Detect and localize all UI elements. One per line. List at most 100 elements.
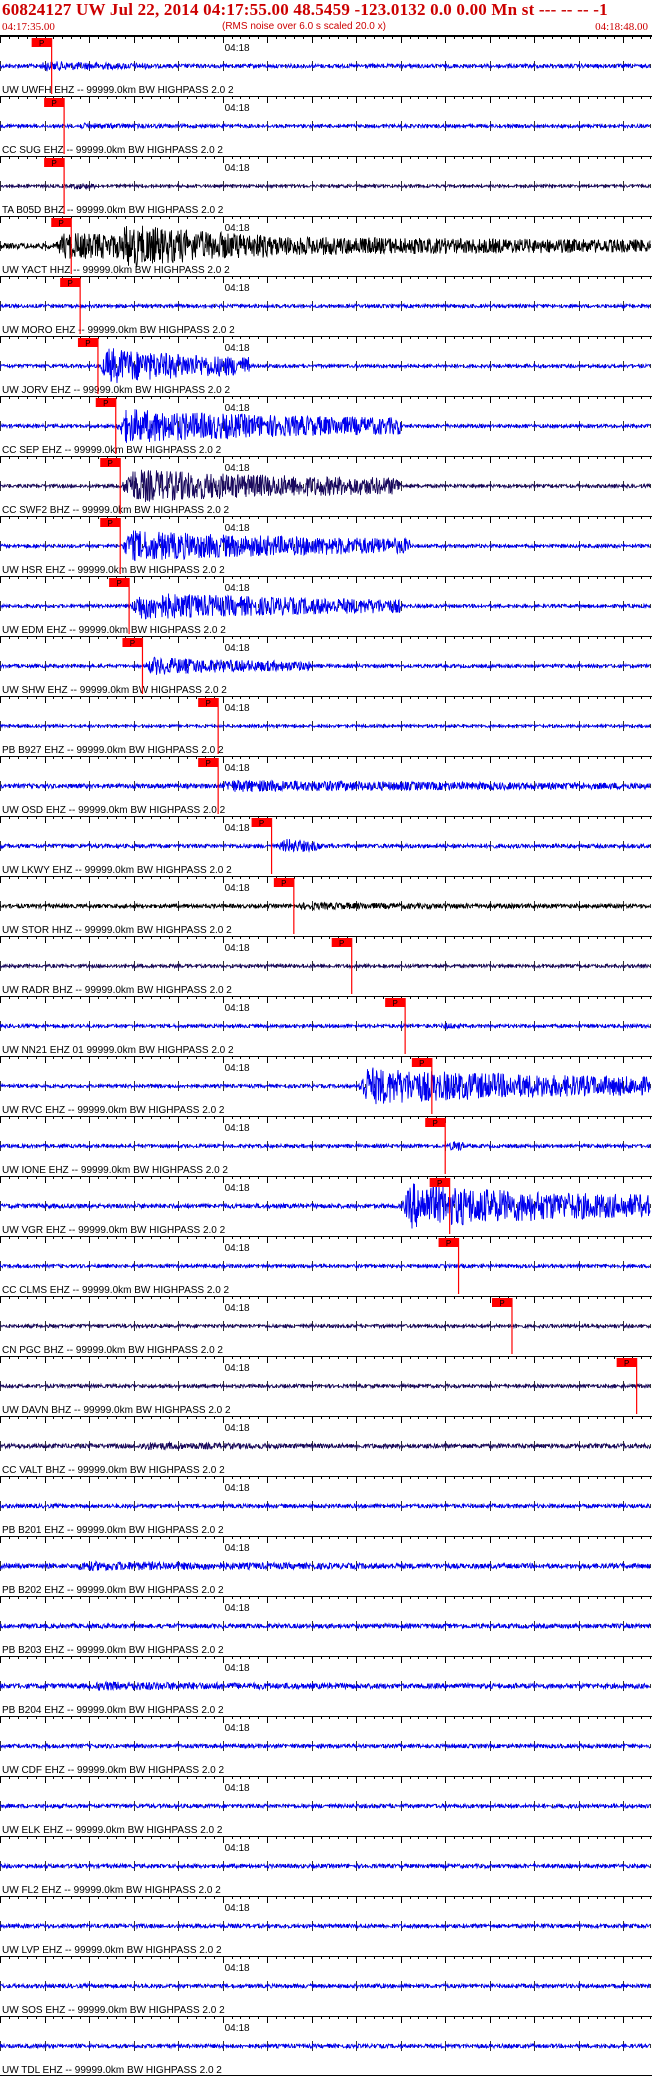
panel-time-label: 04:18	[225, 1663, 250, 1674]
start-time-label: 04:17:35.00	[2, 21, 55, 33]
panel-time-label: 04:18	[225, 763, 250, 774]
panel-time-label: 04:18	[225, 1123, 250, 1134]
trace-panel: 04:18 UW EDM EHZ -- 99999.0km BW HIGHPASS…	[0, 576, 652, 636]
panel-time-label: 04:18	[225, 1603, 250, 1614]
station-label: UW NN21 EHZ 01 99999.0km BW HIGHPASS 2.0…	[2, 1045, 234, 1056]
panel-time-label: 04:18	[225, 1303, 250, 1314]
station-label: UW FL2 EHZ -- 99999.0km BW HIGHPASS 2.0 …	[2, 1885, 221, 1896]
station-label: CC CLMS EHZ -- 99999.0km BW HIGHPASS 2.0…	[2, 1285, 230, 1296]
trace-panel: 04:18 PB B201 EHZ -- 99999.0km BW HIGHPAS…	[0, 1476, 652, 1536]
trace-panel: 04:18 UW DAVN BHZ -- 99999.0km BW HIGHPAS…	[0, 1356, 652, 1416]
seismogram-plot: 04:18 UW UWFH EHZ -- 99999.0km BW HIGHPAS…	[0, 36, 652, 2076]
trace-panel: 04:18 UW VGR EHZ -- 99999.0km BW HIGHPASS…	[0, 1176, 652, 1236]
panel-time-label: 04:18	[225, 1423, 250, 1434]
station-label: CC SWF2 BHZ -- 99999.0km BW HIGHPASS 2.0…	[2, 505, 230, 516]
panel-time-label: 04:18	[225, 1243, 250, 1254]
trace-panel: 04:18 CC SWF2 BHZ -- 99999.0km BW HIGHPAS…	[0, 456, 652, 516]
station-label: UW RVC EHZ -- 99999.0km BW HIGHPASS 2.0 …	[2, 1105, 225, 1116]
waveform	[0, 409, 651, 443]
panel-time-label: 04:18	[225, 523, 250, 534]
trace-panel: 04:18 PB B203 EHZ -- 99999.0km BW HIGHPAS…	[0, 1596, 652, 1656]
trace-panel: 04:18 UW FL2 EHZ -- 99999.0km BW HIGHPASS…	[0, 1836, 652, 1896]
trace-panel: 04:18 UW JORV EHZ -- 99999.0km BW HIGHPAS…	[0, 336, 652, 396]
trace-panel: 04:18 PB B202 EHZ -- 99999.0km BW HIGHPAS…	[0, 1536, 652, 1596]
trace-panel: 04:18 UW LVP EHZ -- 99999.0km BW HIGHPASS…	[0, 1896, 652, 1956]
panel-time-label: 04:18	[225, 943, 250, 954]
station-label: CN PGC BHZ -- 99999.0km BW HIGHPASS 2.0 …	[2, 1345, 223, 1356]
pick-label: P	[59, 219, 64, 228]
panel-time-label: 04:18	[225, 583, 250, 594]
station-label: TA B05D BHZ -- 99999.0km BW HIGHPASS 2.0…	[2, 205, 224, 216]
end-time-label: 04:18:48.00	[595, 21, 648, 33]
panel-time-label: 04:18	[225, 103, 250, 114]
pick-label: P	[259, 819, 264, 828]
station-label: UW IONE EHZ -- 99999.0km BW HIGHPASS 2.0…	[2, 1165, 228, 1176]
trace-panel: 04:18 PB B204 EHZ -- 99999.0km BW HIGHPAS…	[0, 1656, 652, 1716]
station-label: UW JORV EHZ -- 99999.0km BW HIGHPASS 2.0…	[2, 385, 230, 396]
panel-time-label: 04:18	[225, 1363, 250, 1374]
trace-panel: 04:18 UW SHW EHZ -- 99999.0km BW HIGHPASS…	[0, 636, 652, 696]
trace-panel: 04:18 UW LKWY EHZ -- 99999.0km BW HIGHPAS…	[0, 816, 652, 876]
pick-label: P	[339, 939, 344, 948]
trace-panel: 04:18 CC CLMS EHZ -- 99999.0km BW HIGHPAS…	[0, 1236, 652, 1296]
station-label: CC SUG EHZ -- 99999.0km BW HIGHPASS 2.0 …	[2, 145, 223, 156]
trace-panel: 04:18UW SOS EHZ -- 99999.0km BW HIGHPASS…	[0, 1956, 652, 2016]
panel-time-label: 04:18	[225, 1843, 250, 1854]
waveform	[0, 469, 651, 503]
panel-time-label: 04:18	[225, 283, 250, 294]
trace-panel: 04:18 CN PGC BHZ -- 99999.0km BW HIGHPASS…	[0, 1296, 652, 1356]
station-label: CC SEP EHZ -- 99999.0km BW HIGHPASS 2.0 …	[2, 445, 222, 456]
panel-time-label: 04:18	[225, 1183, 250, 1194]
trace-panel: 04:18 UW STOR HHZ -- 99999.0km BW HIGHPAS…	[0, 876, 652, 936]
panel-time-label: 04:18	[225, 883, 250, 894]
pick-label: P	[51, 99, 56, 108]
trace-panel: 04:18 UW UWFH EHZ -- 99999.0km BW HIGHPAS…	[0, 36, 652, 96]
waveform	[0, 1560, 651, 1572]
trace-panel: 04:18 UW IONE EHZ -- 99999.0km BW HIGHPAS…	[0, 1116, 652, 1176]
panel-time-label: 04:18	[225, 343, 250, 354]
station-label: UW YACT HHZ -- 99999.0km BW HIGHPASS 2.0…	[2, 265, 230, 276]
trace-panel: 04:18 UW NN21 EHZ 01 99999.0km BW HIGHPAS…	[0, 996, 652, 1056]
trace-panel: 04:18 CC VALT BHZ -- 99999.0km BW HIGHPAS…	[0, 1416, 652, 1476]
trace-panel: 04:18 UW RADR BHZ -- 99999.0km BW HIGHPAS…	[0, 936, 652, 996]
panel-time-label: 04:18	[225, 643, 250, 654]
station-label: UW LKWY EHZ -- 99999.0km BW HIGHPASS 2.0…	[2, 865, 232, 876]
trace-panel: 04:18 UW MORO EHZ -- 99999.0km BW HIGHPAS…	[0, 276, 652, 336]
pick-label: P	[103, 399, 108, 408]
pick-label: P	[130, 639, 135, 648]
waveform	[0, 1141, 651, 1152]
station-label: UW MORO EHZ -- 99999.0km BW HIGHPASS 2.0…	[2, 325, 235, 336]
trace-panel: 04:18 UW OSD EHZ -- 99999.0km BW HIGHPASS…	[0, 756, 652, 816]
waveform	[0, 593, 651, 620]
trace-panel: 04:18 CC SEP EHZ -- 99999.0km BW HIGHPASS…	[0, 396, 652, 456]
panel-time-label: 04:18	[225, 223, 250, 234]
waveform	[0, 1067, 651, 1105]
waveform	[0, 1440, 651, 1451]
pick-label: P	[446, 1239, 451, 1248]
pick-label: P	[85, 339, 90, 348]
pick-label: P	[499, 1299, 504, 1308]
station-label: UW LVP EHZ -- 99999.0km BW HIGHPASS 2.0 …	[2, 1945, 222, 1956]
station-label: PB B201 EHZ -- 99999.0km BW HIGHPASS 2.0…	[2, 1525, 224, 1536]
panel-time-label: 04:18	[225, 823, 250, 834]
trace-panel: 04:18 UW CDF EHZ -- 99999.0km BW HIGHPASS…	[0, 1716, 652, 1776]
pick-label: P	[624, 1359, 629, 1368]
station-label: PB B202 EHZ -- 99999.0km BW HIGHPASS 2.0…	[2, 1585, 224, 1596]
pick-label: P	[205, 759, 210, 768]
pick-label: P	[108, 459, 113, 468]
station-label: PB B204 EHZ -- 99999.0km BW HIGHPASS 2.0…	[2, 1705, 224, 1716]
pick-label: P	[116, 579, 121, 588]
pick-label: P	[108, 519, 113, 528]
trace-panel: 04:18 UW RVC EHZ -- 99999.0km BW HIGHPASS…	[0, 1056, 652, 1116]
station-label: UW STOR HHZ -- 99999.0km BW HIGHPASS 2.0…	[2, 925, 232, 936]
pick-label: P	[205, 699, 210, 708]
waveform	[0, 225, 651, 268]
pick-label: P	[67, 279, 72, 288]
station-label: UW DAVN BHZ -- 99999.0km BW HIGHPASS 2.0…	[2, 1405, 231, 1416]
pick-label: P	[51, 159, 56, 168]
station-label: PB B927 EHZ -- 99999.0km BW HIGHPASS 2.0…	[2, 745, 224, 756]
station-label: UW OSD EHZ -- 99999.0km BW HIGHPASS 2.0 …	[2, 805, 226, 816]
pick-label: P	[433, 1119, 438, 1128]
plot-header: 60824127 UW Jul 22, 2014 04:17:55.00 48.…	[0, 0, 652, 36]
waveform	[0, 1183, 651, 1229]
